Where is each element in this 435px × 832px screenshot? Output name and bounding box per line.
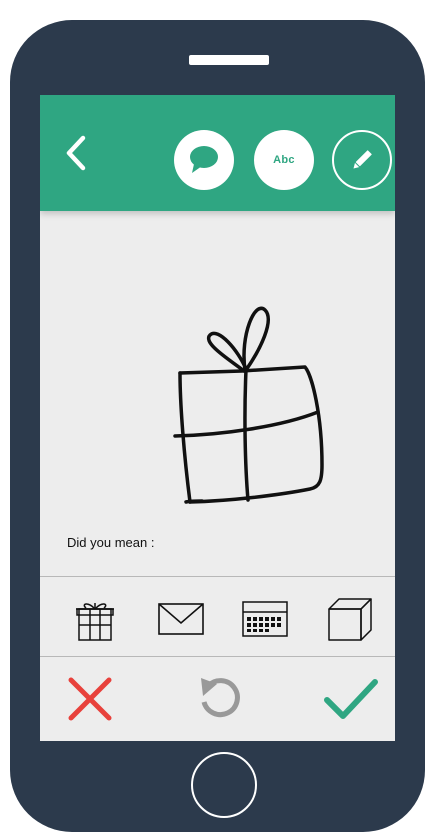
cube-icon [328,598,372,641]
suggestion-cube[interactable] [325,594,375,644]
action-bar [40,657,395,741]
app-header: Abc [40,95,395,211]
cancel-button[interactable] [62,671,118,727]
checkmark-icon [324,679,378,719]
draw-mode-button[interactable] [332,130,392,190]
calendar-icon [242,601,288,637]
chevron-left-icon [66,135,86,171]
phone-speaker [189,55,269,65]
undo-button[interactable] [192,671,248,727]
undo-icon [201,678,240,718]
home-button[interactable] [191,752,257,818]
suggestion-gift[interactable] [70,594,120,644]
suggestion-bar [40,577,395,656]
sketch-canvas[interactable] [150,275,350,515]
suggestion-envelope[interactable] [156,594,206,644]
back-button[interactable] [58,133,94,173]
envelope-icon [158,603,204,635]
text-mode-button[interactable]: Abc [254,130,314,190]
speech-bubble-icon [190,146,218,173]
confirm-button[interactable] [323,671,379,727]
pencil-icon [353,150,372,169]
cross-icon [68,677,112,721]
abc-label: Abc [273,154,295,166]
speech-button[interactable] [174,130,234,190]
suggestion-calendar[interactable] [240,594,290,644]
suggestion-prompt: Did you mean : [67,535,155,550]
phone-frame: Abc Did you mean: [10,20,425,832]
gift-icon [76,603,114,641]
phone-screen: Abc Did you mean: [40,95,395,741]
